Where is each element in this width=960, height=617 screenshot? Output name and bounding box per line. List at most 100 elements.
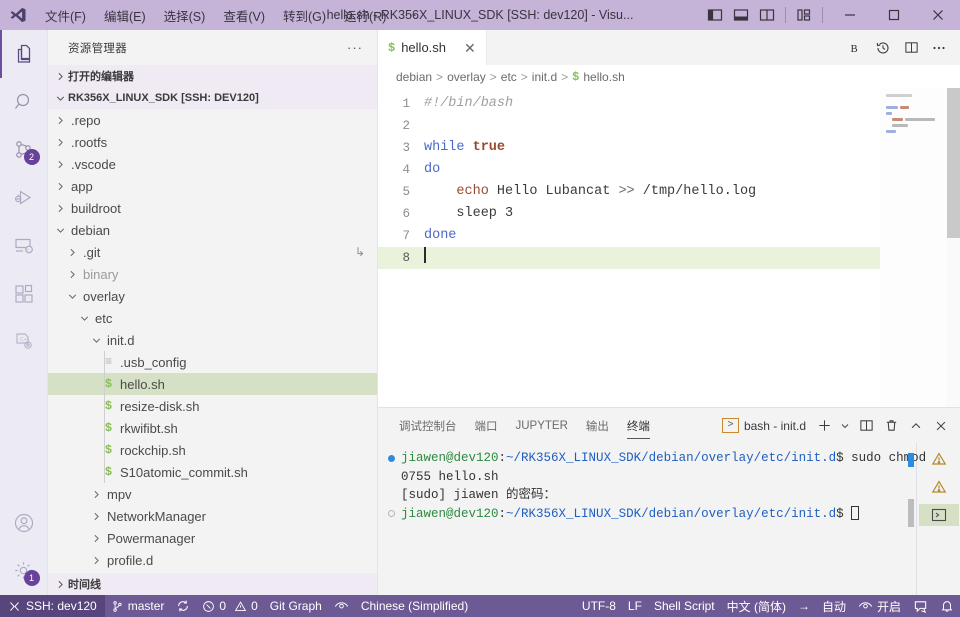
panel-tab-jupyter[interactable]: JUPYTER	[507, 408, 577, 443]
bold-b-icon[interactable]: B	[842, 30, 868, 65]
activitybar-item-source-control[interactable]: 2	[0, 126, 48, 174]
history-icon[interactable]	[870, 30, 896, 65]
status-ime-mode[interactable]: 自动	[816, 595, 852, 617]
tree-item-buildroot[interactable]: buildroot	[48, 197, 377, 219]
tree-item-etc[interactable]: etc	[48, 307, 377, 329]
panel-tab-debug-console[interactable]: 调试控制台	[390, 408, 466, 443]
status-notifications[interactable]	[934, 595, 960, 617]
code-editor[interactable]: 1#!/bin/bash23while true4do5 echo Hello …	[378, 88, 960, 407]
tree-item--vscode[interactable]: .vscode	[48, 153, 377, 175]
tree-item--git[interactable]: .git↳	[48, 241, 377, 263]
tree-item-rkwifibt-sh[interactable]: $rkwifibt.sh	[48, 417, 377, 439]
status-problems[interactable]: 0 0	[196, 595, 263, 617]
code-line[interactable]: 4do	[378, 159, 960, 181]
status-git-branch[interactable]: master	[105, 595, 171, 617]
activitybar-item-run-debug[interactable]	[0, 174, 48, 222]
status-ime[interactable]: 中文 (简体)	[721, 595, 792, 617]
activitybar-item-cpp-tools[interactable]: C++	[0, 318, 48, 366]
status-ime-arrow[interactable]: →	[792, 595, 816, 617]
tab-hello-sh[interactable]: $ hello.sh ✕	[378, 30, 487, 65]
status-inline-suggest[interactable]: 开启	[852, 595, 907, 617]
code-line[interactable]: 1#!/bin/bash	[378, 93, 960, 115]
split-terminal-icon[interactable]	[855, 414, 877, 438]
maximize-panel-icon[interactable]	[905, 414, 927, 438]
sidebar-more-actions-icon[interactable]: ···	[341, 40, 369, 55]
toggle-secondary-sidebar-icon[interactable]	[754, 0, 780, 30]
status-remote-indicator[interactable]: SSH: dev120	[0, 595, 105, 617]
breadcrumb-item-2[interactable]: etc	[501, 70, 517, 84]
code-line[interactable]: 7done	[378, 225, 960, 247]
tree-item-init-d[interactable]: init.d	[48, 329, 377, 351]
minimize-button[interactable]	[828, 0, 872, 30]
tree-item-powermanager[interactable]: Powermanager	[48, 527, 377, 549]
toggle-panel-icon[interactable]	[728, 0, 754, 30]
editor-scrollbar-thumb[interactable]	[947, 88, 960, 238]
code-line[interactable]: 8	[378, 247, 880, 269]
menu-go[interactable]: 转到(G)	[274, 3, 335, 28]
panel-tab-ports[interactable]: 端口	[466, 408, 507, 443]
editor-scrollbar[interactable]	[947, 88, 960, 407]
customize-layout-icon[interactable]	[791, 0, 817, 30]
close-button[interactable]	[916, 0, 960, 30]
panel-tab-terminal[interactable]: 终端	[618, 408, 659, 443]
new-terminal-icon[interactable]	[813, 414, 835, 438]
tree-item--usb-config[interactable]: ≡.usb_config	[48, 351, 377, 373]
code-line[interactable]: 2	[378, 115, 960, 137]
close-icon[interactable]: ✕	[464, 41, 476, 55]
tree-item-s10atomic-commit-sh[interactable]: $S10atomic_commit.sh	[48, 461, 377, 483]
status-language-pack[interactable]: Chinese (Simplified)	[355, 595, 474, 617]
terminal-scrollbar-thumb[interactable]	[908, 499, 914, 527]
tree-item-mpv[interactable]: mpv	[48, 483, 377, 505]
breadcrumb-item-4[interactable]: hello.sh	[583, 70, 624, 84]
menu-edit[interactable]: 编辑(E)	[95, 3, 155, 28]
breadcrumb-item-0[interactable]: debian	[396, 70, 432, 84]
tree-item--rootfs[interactable]: .rootfs	[48, 131, 377, 153]
activitybar-item-search[interactable]	[0, 78, 48, 126]
menu-view[interactable]: 查看(V)	[214, 3, 274, 28]
activitybar-item-extensions[interactable]	[0, 270, 48, 318]
minimap[interactable]	[880, 88, 947, 407]
terminal-scrollbar[interactable]	[906, 443, 916, 595]
tree-item-app[interactable]: app	[48, 175, 377, 197]
tree-item-debian[interactable]: debian	[48, 219, 377, 241]
menu-run[interactable]: 运行(R)	[335, 3, 395, 28]
section-workspace-root[interactable]: RK356X_LINUX_SDK [SSH: DEV120]	[48, 87, 377, 109]
activitybar-item-manage[interactable]: 1	[0, 547, 48, 595]
section-timeline[interactable]: 时间线	[48, 573, 377, 595]
activitybar-item-accounts[interactable]	[0, 499, 48, 547]
code-line[interactable]: 5 echo Hello Lubancat >> /tmp/hello.log	[378, 181, 960, 203]
terminal-tab-warning-2[interactable]	[919, 476, 959, 498]
activitybar-item-explorer[interactable]	[0, 30, 48, 78]
menu-file[interactable]: 文件(F)	[36, 3, 95, 28]
status-eol[interactable]: LF	[622, 595, 648, 617]
maximize-button[interactable]	[872, 0, 916, 30]
split-editor-icon[interactable]	[898, 30, 924, 65]
tree-item-networkmanager[interactable]: NetworkManager	[48, 505, 377, 527]
panel-tab-output[interactable]: 输出	[577, 408, 618, 443]
close-panel-icon[interactable]	[930, 414, 952, 438]
terminal-tab-bash[interactable]	[919, 504, 959, 526]
breadcrumb-item-1[interactable]: overlay	[447, 70, 486, 84]
tree-item-resize-disk-sh[interactable]: $resize-disk.sh	[48, 395, 377, 417]
status-feedback[interactable]	[907, 595, 934, 617]
status-watch[interactable]	[328, 595, 355, 617]
tree-item-profile-d[interactable]: profile.d	[48, 549, 377, 571]
code-line[interactable]: 3while true	[378, 137, 960, 159]
menu-selection[interactable]: 选择(S)	[155, 3, 215, 28]
more-actions-icon[interactable]	[926, 30, 952, 65]
menu-more[interactable]: ···	[395, 5, 426, 25]
section-open-editors[interactable]: 打开的编辑器	[48, 65, 377, 87]
status-language-mode[interactable]: Shell Script	[648, 595, 721, 617]
kill-terminal-icon[interactable]	[880, 414, 902, 438]
tree-item--repo[interactable]: .repo	[48, 109, 377, 131]
status-sync[interactable]	[170, 595, 196, 617]
tree-item-binary[interactable]: binary	[48, 263, 377, 285]
tree-item-hello-sh[interactable]: $hello.sh	[48, 373, 377, 395]
code-line[interactable]: 6 sleep 3	[378, 203, 960, 225]
activitybar-item-remote-explorer[interactable]: >_	[0, 222, 48, 270]
tree-item-overlay[interactable]: overlay	[48, 285, 377, 307]
status-encoding[interactable]: UTF-8	[576, 595, 622, 617]
breadcrumb-item-3[interactable]: init.d	[532, 70, 557, 84]
terminal-output[interactable]: jiawen@dev120:~/RK356X_LINUX_SDK/debian/…	[378, 443, 906, 595]
tree-item-rockchip-sh[interactable]: $rockchip.sh	[48, 439, 377, 461]
